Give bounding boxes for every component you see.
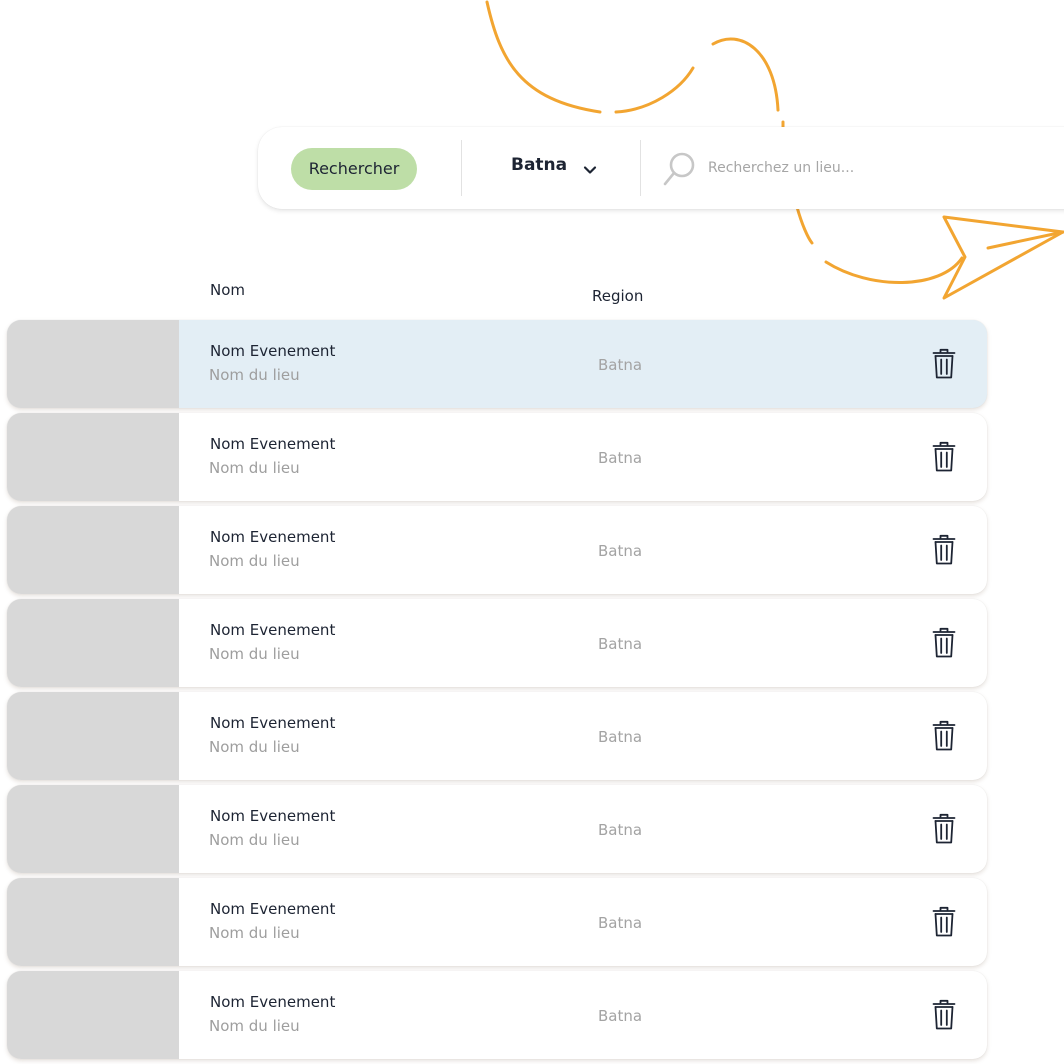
table-row[interactable]: Nom Evenement Nom du lieu Batna [7,413,987,501]
trash-icon[interactable] [932,534,956,566]
event-thumbnail [7,320,179,408]
table-row[interactable]: Nom Evenement Nom du lieu Batna [7,878,987,966]
search-bar: Rechercher Batna [258,127,1064,209]
region-cell: Batna [598,542,643,560]
region-dropdown-value: Batna [511,155,568,175]
trash-icon[interactable] [932,441,956,473]
venue-name: Nom du lieu [209,1017,300,1035]
event-thumbnail [7,413,179,501]
event-name: Nom Evenement [210,621,336,639]
trash-icon[interactable] [932,906,956,938]
table-row[interactable]: Nom Evenement Nom du lieu Batna [7,785,987,873]
event-thumbnail [7,971,179,1059]
event-name: Nom Evenement [210,528,336,546]
venue-name: Nom du lieu [209,459,300,477]
event-thumbnail [7,506,179,594]
column-header-nom: Nom [210,281,246,299]
venue-name: Nom du lieu [209,366,300,384]
venue-name: Nom du lieu [209,924,300,942]
search-input[interactable] [708,153,1064,183]
venue-name: Nom du lieu [209,552,300,570]
trash-icon[interactable] [932,720,956,752]
event-name: Nom Evenement [210,807,336,825]
chevron-down-icon[interactable] [582,162,598,178]
table-row[interactable]: Nom Evenement Nom du lieu Batna [7,506,987,594]
divider [461,140,462,196]
trash-icon[interactable] [932,348,956,380]
trash-icon[interactable] [932,999,956,1031]
venue-name: Nom du lieu [209,738,300,756]
event-name: Nom Evenement [210,714,336,732]
event-name: Nom Evenement [210,993,336,1011]
event-thumbnail [7,599,179,687]
region-cell: Batna [598,914,643,932]
venue-name: Nom du lieu [209,645,300,663]
region-cell: Batna [598,635,643,653]
region-cell: Batna [598,1007,643,1025]
search-button[interactable]: Rechercher [291,148,417,190]
column-header-region: Region [592,287,644,305]
event-name: Nom Evenement [210,435,336,453]
event-thumbnail [7,878,179,966]
event-thumbnail [7,692,179,780]
event-name: Nom Evenement [210,342,336,360]
table-row[interactable]: Nom Evenement Nom du lieu Batna [7,971,987,1059]
region-dropdown[interactable]: Batna [496,149,616,189]
paper-plane-icon [942,215,1064,300]
search-icon [663,152,695,186]
event-thumbnail [7,785,179,873]
trash-icon[interactable] [932,627,956,659]
event-list: Nom Evenement Nom du lieu Batna Nom Even… [7,320,987,1064]
table-row[interactable]: Nom Evenement Nom du lieu Batna [7,599,987,687]
event-name: Nom Evenement [210,900,336,918]
table-row[interactable]: Nom Evenement Nom du lieu Batna [7,692,987,780]
trash-icon[interactable] [932,813,956,845]
region-cell: Batna [598,356,643,374]
region-cell: Batna [598,728,643,746]
region-cell: Batna [598,449,643,467]
region-cell: Batna [598,821,643,839]
divider [640,140,641,196]
venue-name: Nom du lieu [209,831,300,849]
table-row[interactable]: Nom Evenement Nom du lieu Batna [7,320,987,408]
